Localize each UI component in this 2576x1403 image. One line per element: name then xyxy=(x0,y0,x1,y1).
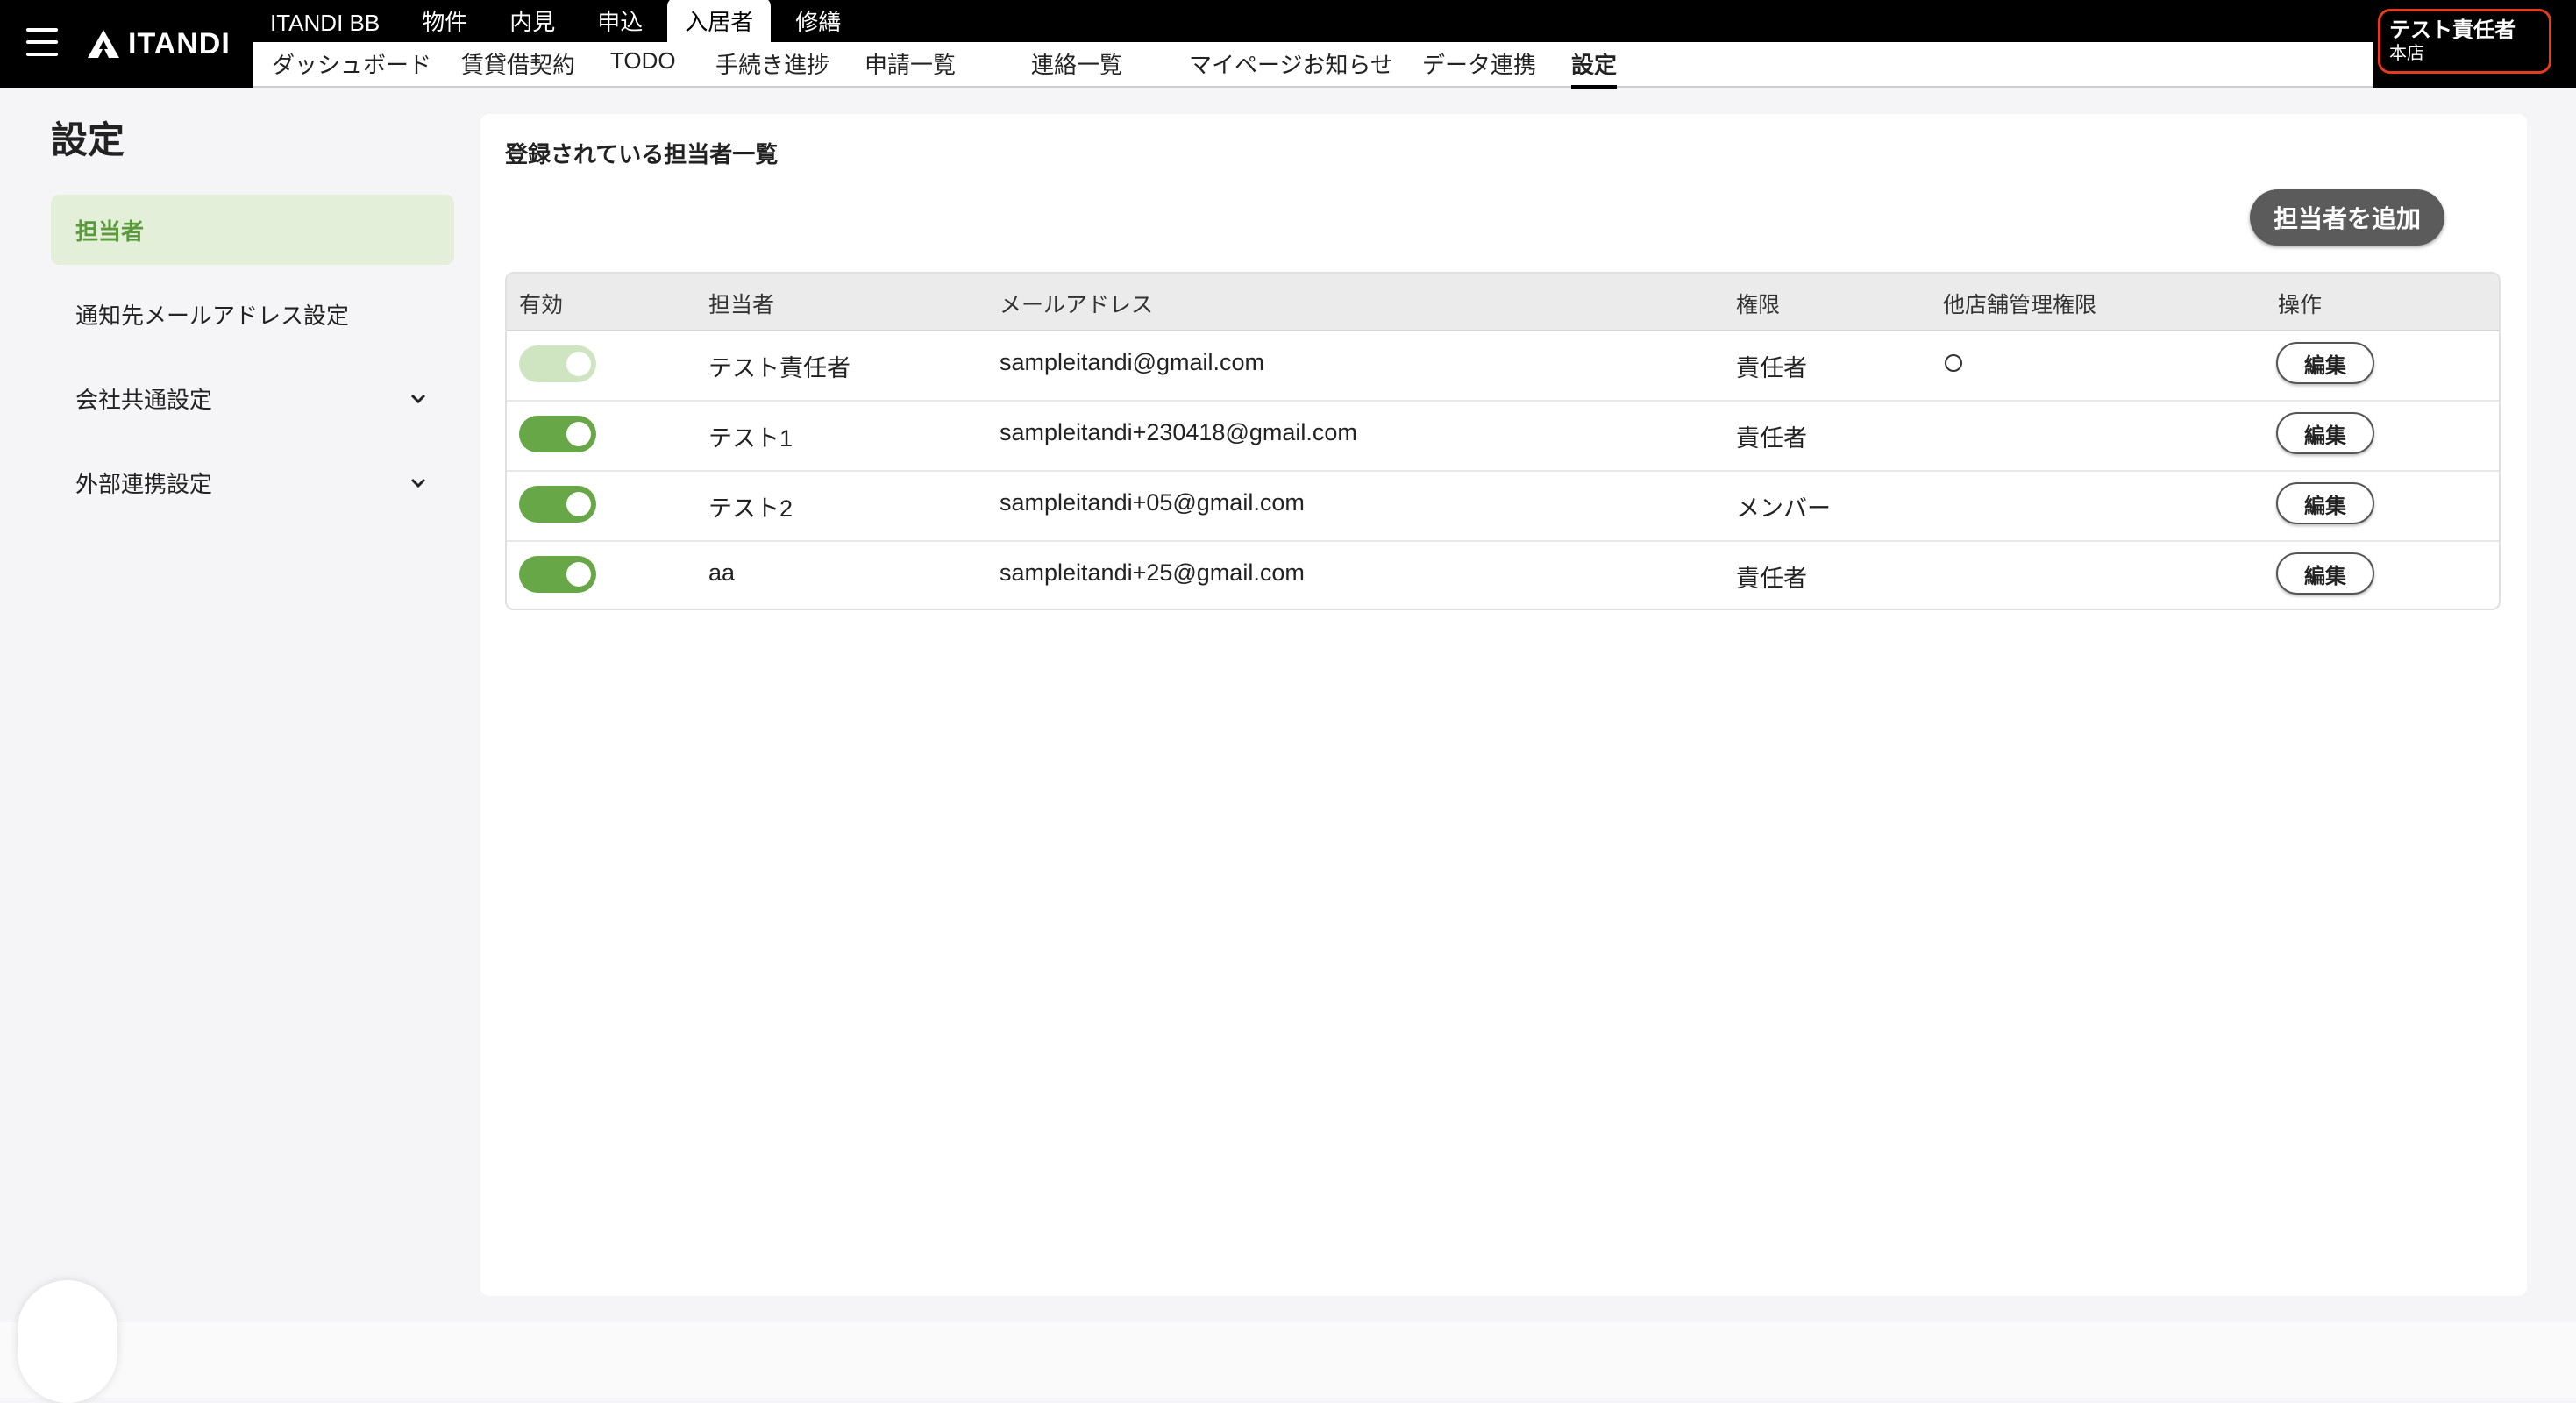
enabled-toggle xyxy=(519,345,596,382)
staff-name: テスト2 xyxy=(708,495,793,522)
tab-viewing[interactable]: 内見 xyxy=(492,0,573,42)
table-row: aa sampleitandi+25@gmail.com 責任者 編集 xyxy=(507,540,2499,609)
sidebar-item-company-common[interactable]: 会社共通設定 xyxy=(51,363,454,433)
edit-button[interactable]: 編集 xyxy=(2276,342,2374,384)
sub-navigation: ダッシュボード 賃貸借契約 TODO 手続き進捗 申請一覧 連絡一覧 マイページ… xyxy=(253,42,2373,89)
staff-table: 有効 担当者 メールアドレス 権限 他店舗管理権限 操作 テスト責任者 samp… xyxy=(505,272,2501,610)
table-row: テスト2 sampleitandi+05@gmail.com メンバー 編集 xyxy=(507,470,2499,542)
sidebar-item-notification-email[interactable]: 通知先メールアドレス設定 xyxy=(51,279,454,349)
edit-button[interactable]: 編集 xyxy=(2276,482,2374,524)
subnav-request-list[interactable]: 申請一覧 xyxy=(865,47,956,85)
user-account-button[interactable]: テスト責任者 本店 xyxy=(2378,9,2551,74)
staff-email: sampleitandi+230418@gmail.com xyxy=(1000,419,1357,445)
section-title: 登録されている担当者一覧 xyxy=(505,141,779,167)
column-header-enabled: 有効 xyxy=(519,293,564,317)
logo-text: ITANDI xyxy=(128,26,231,61)
chevron-down-icon xyxy=(410,394,426,404)
tab-repairs[interactable]: 修繕 xyxy=(778,0,858,42)
user-store: 本店 xyxy=(2389,44,2424,63)
tab-properties[interactable]: 物件 xyxy=(404,0,485,42)
column-header-role: 権限 xyxy=(1736,293,1781,317)
staff-role: メンバー xyxy=(1736,495,1831,522)
sidebar-item-label: 担当者 xyxy=(75,217,145,245)
enabled-toggle[interactable] xyxy=(519,416,596,452)
sidebar-item-label: 会社共通設定 xyxy=(75,386,213,413)
subnav-dashboard[interactable]: ダッシュボード xyxy=(272,47,431,85)
page-title: 設定 xyxy=(51,119,125,160)
staff-name: テスト1 xyxy=(708,425,793,452)
staff-email: sampleitandi+25@gmail.com xyxy=(1000,559,1305,586)
chevron-down-icon xyxy=(410,478,426,488)
chat-widget-button[interactable] xyxy=(18,1280,117,1403)
footer-area xyxy=(0,1322,2576,1398)
sidebar-item-staff[interactable]: 担当者 xyxy=(51,195,454,265)
edit-button[interactable]: 編集 xyxy=(2276,552,2374,595)
column-header-email: メールアドレス xyxy=(1000,293,1154,317)
table-row: テスト責任者 sampleitandi@gmail.com 責任者 編集 xyxy=(507,330,2499,402)
column-header-multi-store: 他店舗管理権限 xyxy=(1943,293,2097,317)
table-header: 有効 担当者 メールアドレス 権限 他店舗管理権限 操作 xyxy=(507,274,2499,331)
staff-name: テスト責任者 xyxy=(708,355,850,381)
user-name: テスト責任者 xyxy=(2389,18,2516,42)
enabled-toggle[interactable] xyxy=(519,486,596,523)
column-header-actions: 操作 xyxy=(2278,293,2323,317)
sidebar-item-external-integration[interactable]: 外部連携設定 xyxy=(51,447,454,517)
edit-button[interactable]: 編集 xyxy=(2276,412,2374,454)
subnav-contact-list[interactable]: 連絡一覧 xyxy=(1031,47,1122,85)
subnav-mypage-notices[interactable]: マイページお知らせ xyxy=(1189,47,1393,85)
sidebar-item-label: 外部連携設定 xyxy=(75,470,213,497)
staff-list-card: 登録されている担当者一覧 担当者を追加 有効 担当者 メールアドレス 権限 他店… xyxy=(480,114,2527,1296)
staff-email: sampleitandi+05@gmail.com xyxy=(1000,489,1305,516)
staff-role: 責任者 xyxy=(1736,355,1807,381)
table-row: テスト1 sampleitandi+230418@gmail.com 責任者 編… xyxy=(507,400,2499,472)
staff-name: aa xyxy=(708,559,736,586)
itandi-logo[interactable]: ITANDI xyxy=(86,25,231,63)
tab-application[interactable]: 申込 xyxy=(580,0,660,42)
sidebar-item-label: 通知先メールアドレス設定 xyxy=(75,302,350,329)
tab-residents[interactable]: 入居者 xyxy=(667,0,772,42)
logo-mark-icon xyxy=(88,30,119,58)
subnav-todo[interactable]: TODO xyxy=(610,47,676,80)
add-staff-button[interactable]: 担当者を追加 xyxy=(2250,189,2444,246)
subnav-data-integration[interactable]: データ連携 xyxy=(1422,47,1536,85)
product-tabs: ITANDI BB 物件 内見 申込 入居者 修繕 xyxy=(253,0,865,42)
multi-store-mark xyxy=(1945,354,1962,372)
subnav-lease-contract[interactable]: 賃貸借契約 xyxy=(461,47,575,85)
tab-itandi-bb[interactable]: ITANDI BB xyxy=(253,3,397,42)
staff-role: 責任者 xyxy=(1736,425,1807,452)
enabled-toggle[interactable] xyxy=(519,556,596,593)
subnav-procedure-progress[interactable]: 手続き進捗 xyxy=(715,47,829,85)
staff-role: 責任者 xyxy=(1736,566,1807,592)
menu-icon[interactable] xyxy=(26,26,63,60)
subnav-settings[interactable]: 設定 xyxy=(1571,47,1618,89)
global-header: ITANDI ITANDI BB 物件 内見 申込 入居者 修繕 ダッシュボード… xyxy=(0,0,2576,89)
staff-email: sampleitandi@gmail.com xyxy=(1000,349,1265,375)
column-header-staff: 担当者 xyxy=(708,293,775,317)
